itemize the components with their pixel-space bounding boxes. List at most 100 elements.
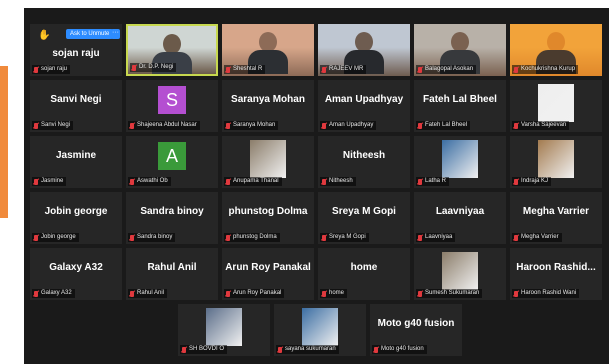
participant-label: Saranya Mohan — [224, 121, 279, 130]
participant-name: Aman Upadhyay — [324, 94, 404, 105]
participant-label-text: Varsha Sajeevan — [521, 122, 567, 128]
participant-tile[interactable]: phunstog Dolma phunstog Dolma — [222, 192, 314, 244]
participant-tile[interactable]: SH BOVDI O — [178, 304, 270, 356]
participant-name: Fateh Lal Bheel — [423, 94, 497, 105]
participant-label: Kochukrishna Kurup — [512, 65, 579, 74]
participant-label: Sanvi Negi — [32, 121, 74, 130]
participant-label-text: SH BOVDI O — [189, 346, 225, 352]
participant-label: phunstog Dolma — [224, 233, 280, 242]
participant-tile[interactable]: A Aswathi Ob — [126, 136, 218, 188]
participant-tile[interactable]: Nitheesh Nitheesh — [318, 136, 410, 188]
participant-label-text: Rahul Anil — [137, 290, 165, 296]
participant-tile[interactable]: Fateh Lal Bheel Fateh Lal Bheel — [414, 80, 506, 132]
participant-name: Arun Roy Panakal — [225, 262, 311, 273]
participant-tile[interactable]: Jasmine Jasmine — [30, 136, 122, 188]
participant-label: Aman Upadhyay — [320, 121, 377, 130]
participant-name: sojan raju — [52, 48, 100, 59]
more-options-button[interactable]: ··· — [111, 29, 120, 39]
participant-tile[interactable]: Rahul Anil Rahul Anil — [126, 248, 218, 300]
participant-tile[interactable]: Dr. D.P. Negi — [126, 24, 218, 76]
participant-tile[interactable]: Saranya Mohan Saranya Mohan — [222, 80, 314, 132]
participant-tile[interactable]: Megha Varrier Megha Varrier — [510, 192, 602, 244]
participant-tile[interactable]: Aman Upadhyay Aman Upadhyay — [318, 80, 410, 132]
muted-mic-icon — [514, 178, 518, 185]
participant-label-text: Balagopal Asokan — [425, 66, 474, 72]
participant-label-text: Sumesh Sukumaran — [425, 290, 480, 296]
participant-tile[interactable]: Balagopal Asokan — [414, 24, 506, 76]
muted-mic-icon — [322, 122, 326, 129]
muted-mic-icon — [226, 122, 230, 129]
participant-name: Nitheesh — [342, 150, 386, 161]
participant-tile[interactable]: sayana sukumaran — [274, 304, 366, 356]
participant-label: Shajeena Abdul Nasar — [128, 121, 200, 130]
participant-tile[interactable]: Laavniyaa Laavniyaa — [414, 192, 506, 244]
muted-mic-icon — [322, 234, 326, 241]
participant-name: Sandra binoy — [140, 206, 204, 217]
participant-label: Sreya M Gopi — [320, 233, 369, 242]
participant-label: Haroon Rashid Wani — [512, 289, 580, 298]
participant-name: Haroon Rashid... — [516, 262, 596, 273]
muted-mic-icon — [514, 290, 518, 297]
participant-label: Anupama Thanal — [224, 177, 282, 186]
muted-mic-icon — [278, 346, 282, 353]
participant-label-text: Moto g40 fusion — [381, 346, 424, 352]
participant-tile[interactable]: Kochukrishna Kurup — [510, 24, 602, 76]
participant-tile[interactable]: Sheshtal R — [222, 24, 314, 76]
muted-mic-icon — [130, 122, 134, 129]
participant-tile[interactable]: Sandra binoy Sandra binoy — [126, 192, 218, 244]
participant-tile[interactable]: Anupama Thanal — [222, 136, 314, 188]
ask-to-unmute-button[interactable]: Ask to Unmute — [66, 29, 114, 39]
participant-label: sojan raju — [32, 65, 71, 74]
participant-tile[interactable]: Haroon Rashid... Haroon Rashid Wani — [510, 248, 602, 300]
participant-tile[interactable]: Galaxy A32 Galaxy A32 — [30, 248, 122, 300]
participant-picture — [206, 308, 242, 346]
muted-mic-icon — [226, 290, 230, 297]
participant-name: Sanvi Negi — [50, 94, 102, 105]
muted-mic-icon — [130, 178, 134, 185]
participant-label: Galaxy A32 — [32, 289, 75, 298]
participant-label-text: Sreya M Gopi — [329, 234, 366, 240]
participant-tile-raised-hand[interactable]: ✋ Ask to Unmute ··· sojan raju sojan raj… — [30, 24, 122, 76]
person-silhouette — [547, 32, 565, 52]
person-silhouette — [163, 34, 181, 54]
participant-tile[interactable]: RAJEEV MR — [318, 24, 410, 76]
muted-mic-icon — [34, 122, 38, 129]
participant-label-text: Laavniyaa — [425, 234, 453, 240]
participant-label-text: home — [329, 290, 345, 296]
participant-tile[interactable]: Varsha Sajeevan — [510, 80, 602, 132]
participant-tile[interactable]: Sumesh Sukumaran — [414, 248, 506, 300]
participant-label-text: Kochukrishna Kurup — [521, 66, 576, 72]
participant-tile[interactable]: Latha R — [414, 136, 506, 188]
participant-name: Megha Varrier — [522, 206, 590, 217]
participant-label-text: Saranya Mohan — [233, 122, 276, 128]
participant-tile[interactable]: Moto g40 fusion Moto g40 fusion — [370, 304, 462, 356]
muted-mic-icon — [418, 66, 422, 73]
participant-tile[interactable]: Sanvi Negi Sanvi Negi — [30, 80, 122, 132]
participant-label: Sheshtal R — [224, 65, 266, 74]
person-silhouette — [451, 32, 469, 52]
participant-tile[interactable]: Sreya M Gopi Sreya M Gopi — [318, 192, 410, 244]
muted-mic-icon — [374, 346, 378, 353]
participant-label-text: Megha Varrier — [521, 234, 559, 240]
participant-label: Balagopal Asokan — [416, 65, 477, 74]
participant-label: Rahul Anil — [128, 289, 168, 298]
muted-mic-icon — [34, 290, 38, 297]
participant-tile[interactable]: Indraja KJ — [510, 136, 602, 188]
participant-grid-last-row: SH BOVDI O sayana sukumaran Moto g40 fusio… — [178, 304, 462, 356]
participant-tile[interactable]: S Shajeena Abdul Nasar — [126, 80, 218, 132]
participant-tile[interactable]: Jobin george Jobin george — [30, 192, 122, 244]
person-silhouette — [259, 32, 277, 52]
participant-label-text: Nitheesh — [329, 178, 353, 184]
muted-mic-icon — [182, 346, 186, 353]
participant-label: home — [320, 289, 348, 298]
participant-label: Moto g40 fusion — [372, 345, 427, 354]
muted-mic-icon — [132, 64, 136, 71]
participant-label-text: Aswathi Ob — [137, 178, 168, 184]
participant-label: Dr. D.P. Negi — [130, 63, 177, 72]
participant-tile[interactable]: home home — [318, 248, 410, 300]
participant-picture — [302, 308, 338, 346]
participant-name: Moto g40 fusion — [377, 318, 455, 329]
participant-tile[interactable]: Arun Roy Panakal Arun Roy Panakal — [222, 248, 314, 300]
muted-mic-icon — [34, 234, 38, 241]
participant-label: sayana sukumaran — [276, 345, 339, 354]
